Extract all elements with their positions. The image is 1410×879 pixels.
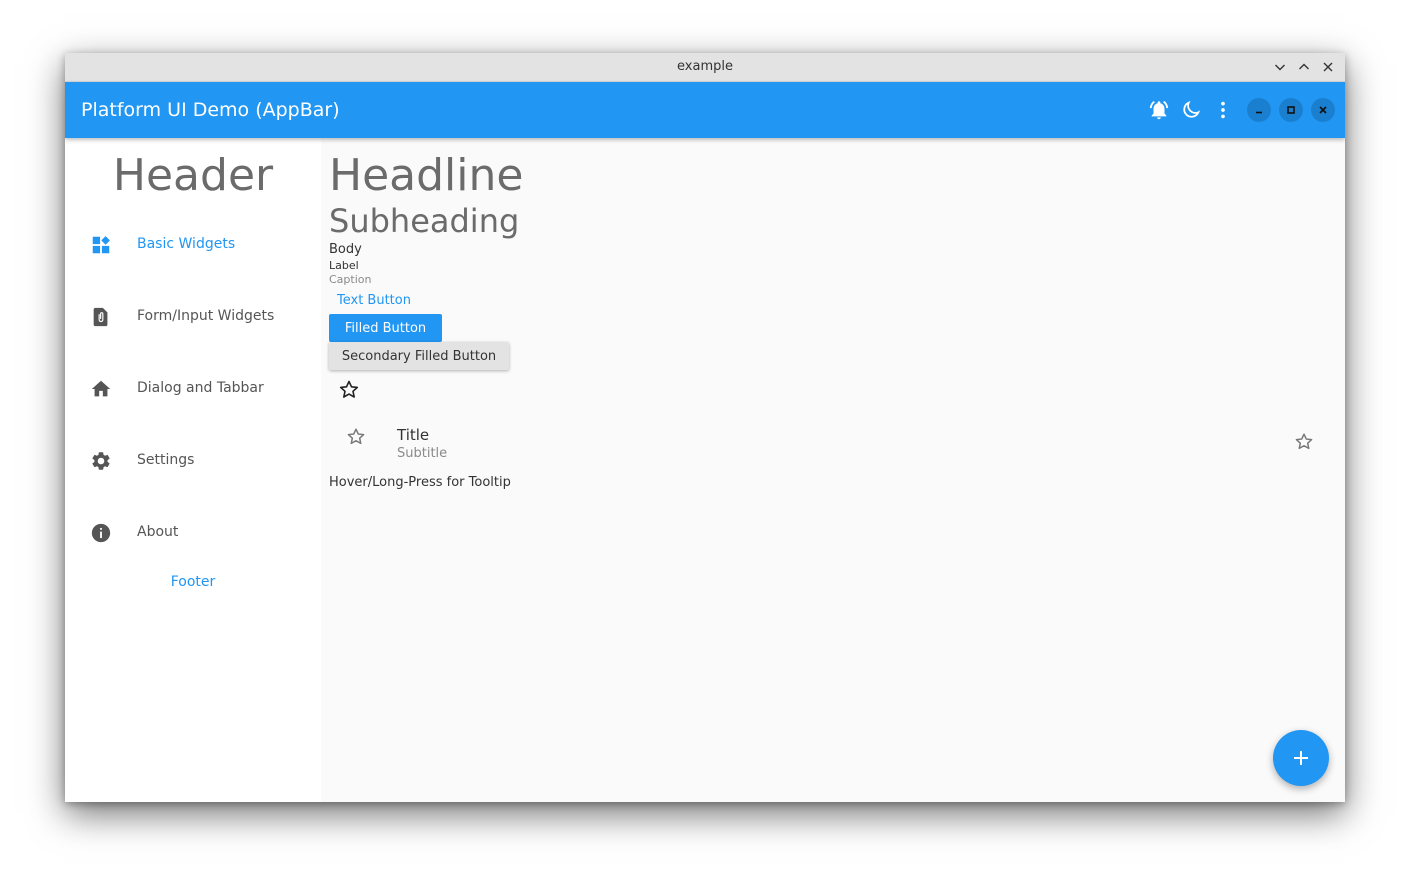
theme-toggle-button[interactable]: [1175, 94, 1207, 126]
sidebar-item-label: Settings: [137, 452, 195, 468]
window-maximize-button[interactable]: [1295, 58, 1313, 76]
floating-action-button[interactable]: [1273, 730, 1329, 786]
filled-button[interactable]: Filled Button: [329, 314, 442, 342]
sidebar-item-about[interactable]: About: [65, 510, 321, 558]
sidebar-item-basic-widgets[interactable]: Basic Widgets: [65, 222, 321, 270]
drawer-header: Header: [112, 150, 274, 201]
notifications-button[interactable]: [1143, 94, 1175, 126]
star-outline-icon: [347, 428, 365, 445]
star-icon-button[interactable]: [337, 378, 361, 402]
file-clip-icon: [93, 307, 108, 327]
sidebar-item-dialog-and-tabbar[interactable]: Dialog and Tabbar: [65, 366, 321, 414]
list-tile-subtitle: Subtitle: [397, 446, 448, 461]
star-outline-icon: [1295, 433, 1313, 450]
close-icon: [1323, 62, 1333, 72]
appbar-minimize-button[interactable]: [1247, 98, 1271, 122]
headline-text: Headline: [329, 150, 524, 201]
appbar-close-button[interactable]: [1311, 98, 1335, 122]
moon-icon: [1183, 100, 1201, 118]
sidebar-item-label: Dialog and Tabbar: [137, 380, 264, 396]
chevron-down-icon: [1275, 64, 1285, 71]
bell-ring-icon: [1149, 101, 1169, 120]
chevron-up-icon: [1299, 63, 1309, 70]
tooltip-target-text[interactable]: Hover/Long-Press for Tooltip: [329, 475, 511, 490]
caption-text: Caption: [329, 273, 372, 286]
sidebar-item-settings[interactable]: Settings: [65, 438, 321, 486]
sidebar-item-label: About: [137, 524, 179, 540]
plus-icon: [1294, 751, 1308, 765]
sidebar-item-label: Form/Input Widgets: [137, 308, 275, 324]
app-window: example Platform UI Demo (AppBar) Header…: [65, 53, 1345, 802]
maximize-icon: [1287, 106, 1295, 114]
app-bar: Platform UI Demo (AppBar): [65, 82, 1345, 138]
more-options-button[interactable]: [1207, 94, 1239, 126]
window-title: example: [677, 59, 733, 74]
sidebar-item-form-input-widgets[interactable]: Form/Input Widgets: [65, 294, 321, 342]
home-icon: [91, 380, 111, 397]
list-tile-title: Title: [397, 426, 430, 444]
appbar-maximize-button[interactable]: [1279, 98, 1303, 122]
star-outline-icon: [339, 380, 359, 398]
window-close-button[interactable]: [1319, 58, 1337, 76]
window-titlebar[interactable]: example: [65, 53, 1345, 82]
main-content: Headline Subheading Body Label Caption T…: [321, 138, 1345, 802]
minimize-icon: [1256, 111, 1262, 114]
body-text: Body: [329, 242, 362, 257]
app-bar-title: Platform UI Demo (AppBar): [81, 99, 340, 121]
gear-icon: [92, 452, 110, 470]
label-text: Label: [329, 259, 359, 272]
dashboard-icon: [92, 236, 110, 254]
info-icon: [91, 523, 111, 543]
subheading-text: Subheading: [329, 202, 520, 240]
text-button[interactable]: Text Button: [329, 291, 419, 311]
navigation-drawer: Header Basic Widgets Form/Input Widgets …: [65, 138, 321, 802]
window-minimize-button[interactable]: [1271, 58, 1289, 76]
more-vert-icon: [1221, 101, 1225, 119]
close-icon: [1319, 106, 1327, 114]
app-bar-actions: [1143, 94, 1335, 126]
drawer-footer[interactable]: Footer: [65, 574, 321, 590]
sidebar-item-label: Basic Widgets: [137, 236, 236, 252]
list-tile[interactable]: Title Subtitle: [329, 418, 1329, 474]
window-controls: [1271, 58, 1337, 76]
secondary-filled-button[interactable]: Secondary Filled Button: [329, 342, 509, 370]
